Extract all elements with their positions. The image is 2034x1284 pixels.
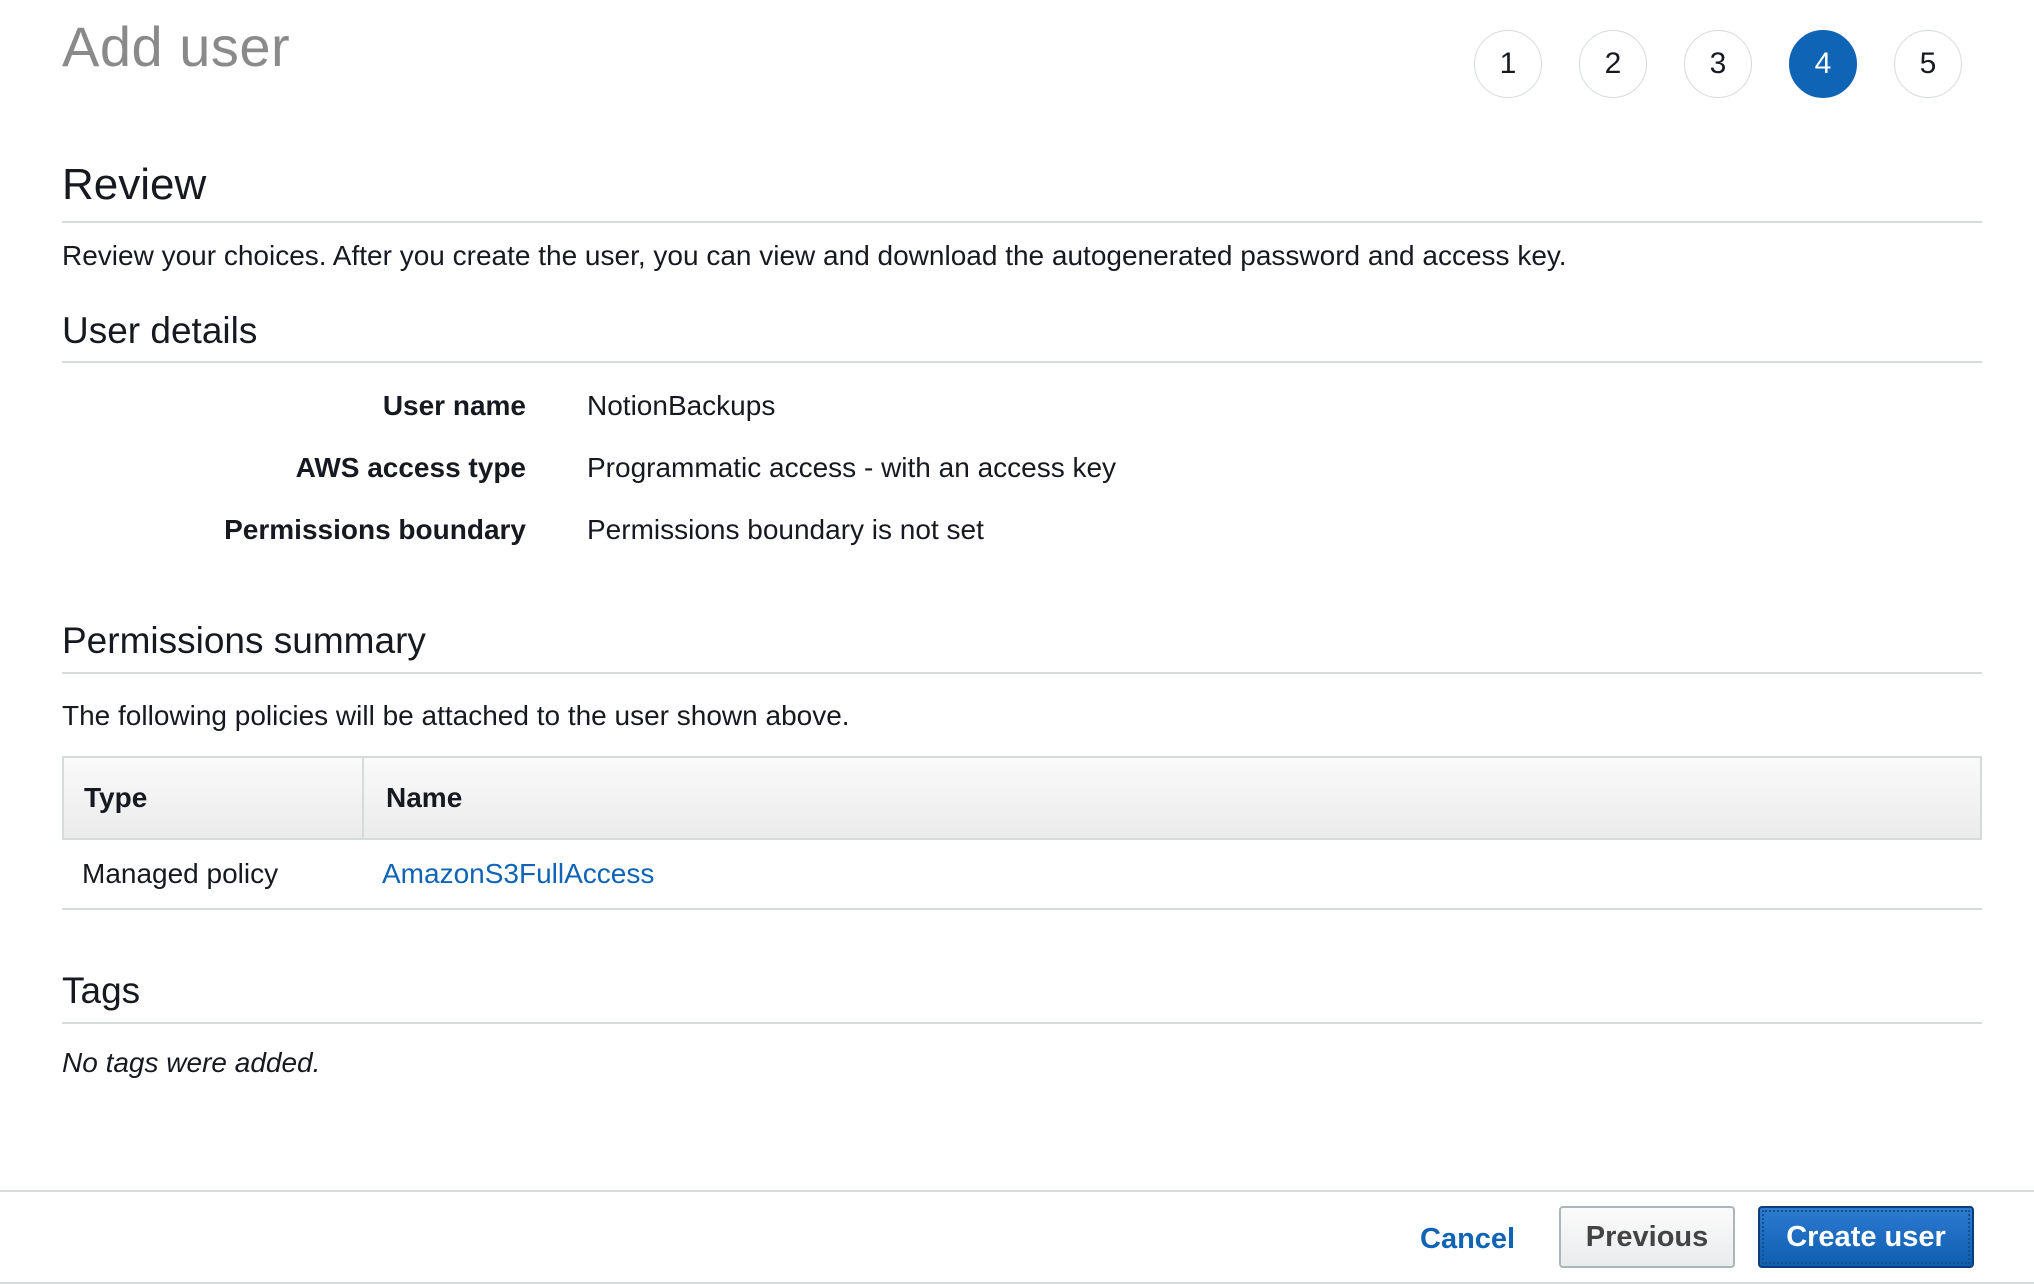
column-header-name[interactable]: Name <box>364 758 462 838</box>
page-title: Add user <box>62 15 291 78</box>
tags-heading: Tags <box>62 970 141 1011</box>
tags-divider <box>62 1022 1982 1024</box>
footer-divider <box>0 1190 2034 1192</box>
access-type-label: AWS access type <box>295 452 526 483</box>
user-name-label: User name <box>382 390 526 421</box>
step-2[interactable]: 2 <box>1579 30 1647 98</box>
permissions-boundary-value: Permissions boundary is not set <box>587 514 984 545</box>
policy-type-cell: Managed policy <box>82 858 279 889</box>
column-header-type[interactable]: Type <box>64 758 364 838</box>
step-3[interactable]: 3 <box>1684 30 1752 98</box>
permissions-summary-heading: Permissions summary <box>62 620 426 661</box>
review-divider <box>62 221 1982 223</box>
cancel-button[interactable]: Cancel <box>1400 1208 1535 1270</box>
user-details-divider <box>62 361 1982 363</box>
table-header: Type Name <box>62 756 1982 840</box>
permissions-summary-description: The following policies will be attached … <box>62 700 850 731</box>
review-description: Review your choices. After you create th… <box>62 240 1567 271</box>
permissions-boundary-label: Permissions boundary <box>224 514 526 545</box>
review-heading: Review <box>62 160 207 209</box>
step-4-current[interactable]: 4 <box>1789 30 1857 98</box>
no-tags-note: No tags were added. <box>62 1047 321 1078</box>
policies-table: Type Name Managed policy AmazonS3FullAcc… <box>62 756 1982 910</box>
access-type-value: Programmatic access - with an access key <box>587 452 1117 483</box>
create-user-button[interactable]: Create user <box>1758 1206 1974 1268</box>
step-5[interactable]: 5 <box>1894 30 1962 98</box>
user-name-value: NotionBackups <box>587 390 776 421</box>
step-1[interactable]: 1 <box>1474 30 1542 98</box>
permissions-summary-divider <box>62 672 1982 674</box>
policy-name-link[interactable]: AmazonS3FullAccess <box>382 840 654 908</box>
table-row: Managed policy AmazonS3FullAccess <box>62 840 1982 910</box>
previous-button[interactable]: Previous <box>1559 1206 1735 1268</box>
user-details-heading: User details <box>62 310 258 351</box>
